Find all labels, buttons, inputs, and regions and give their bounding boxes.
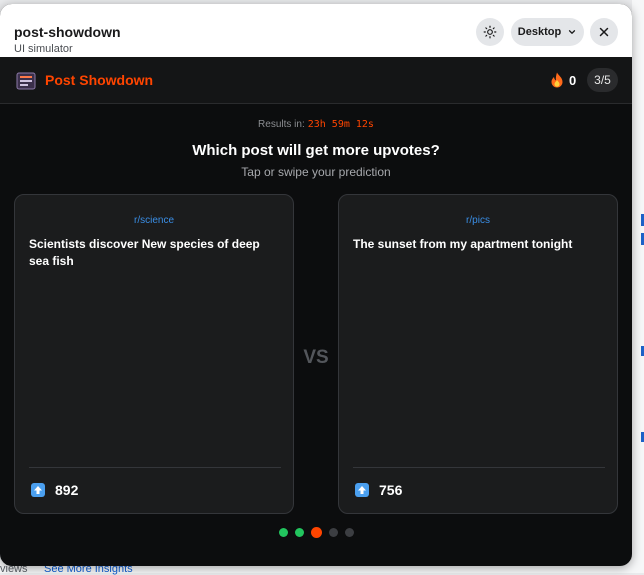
progress-dot [310, 527, 322, 538]
upvote-icon [355, 483, 369, 497]
round-indicator: 3/5 [587, 68, 618, 92]
app-header: Post Showdown 0 3/5 [0, 57, 632, 104]
app-title: Post Showdown [45, 72, 154, 88]
versus-label: VS [303, 347, 329, 368]
post-title: Scientists discover New species of deep … [29, 237, 260, 268]
results-label: Results in: [258, 119, 305, 130]
close-button[interactable] [590, 18, 618, 46]
post-subreddit[interactable]: r/pics [339, 215, 617, 226]
card-divider [353, 467, 605, 468]
game-logo-icon [16, 72, 36, 90]
results-timer: 23h 59m 12s [307, 119, 374, 130]
fire-icon [551, 72, 563, 88]
upvote-icon [31, 483, 45, 497]
background-page-edge [632, 0, 644, 573]
streak-count: 0 [569, 73, 577, 88]
close-icon [599, 27, 609, 37]
upvote-count: 756 [379, 482, 403, 498]
results-countdown: Results in: 23h 59m 12s [0, 119, 632, 130]
device-select-label: Desktop [517, 26, 562, 38]
post-title: The sunset from my apartment tonight [353, 237, 573, 251]
progress-dot [278, 528, 288, 537]
simulator-subtitle: UI simulator [14, 43, 73, 55]
instruction-text: Tap or swipe your prediction [241, 165, 391, 179]
simulator-modal: post-showdown UI simulator Desktop Post … [0, 4, 632, 566]
post-card-left[interactable]: r/science Scientists discover New specie… [14, 194, 294, 514]
simulator-title: post-showdown [14, 24, 121, 40]
sun-icon [483, 25, 497, 39]
post-subreddit[interactable]: r/science [15, 215, 293, 226]
theme-toggle-button[interactable] [476, 18, 504, 46]
progress-dot [294, 528, 304, 537]
question-heading: Which post will get more upvotes? [192, 142, 440, 159]
device-select[interactable]: Desktop [511, 18, 584, 46]
card-divider [29, 467, 281, 468]
upvote-count: 892 [55, 482, 79, 498]
progress-dot [344, 528, 354, 537]
round-progress-dots [0, 527, 632, 538]
simulator-header: post-showdown UI simulator Desktop [0, 4, 632, 58]
progress-dot [328, 528, 338, 537]
chevron-down-icon [569, 30, 576, 34]
post-card-right[interactable]: r/pics The sunset from my apartment toni… [338, 194, 618, 514]
